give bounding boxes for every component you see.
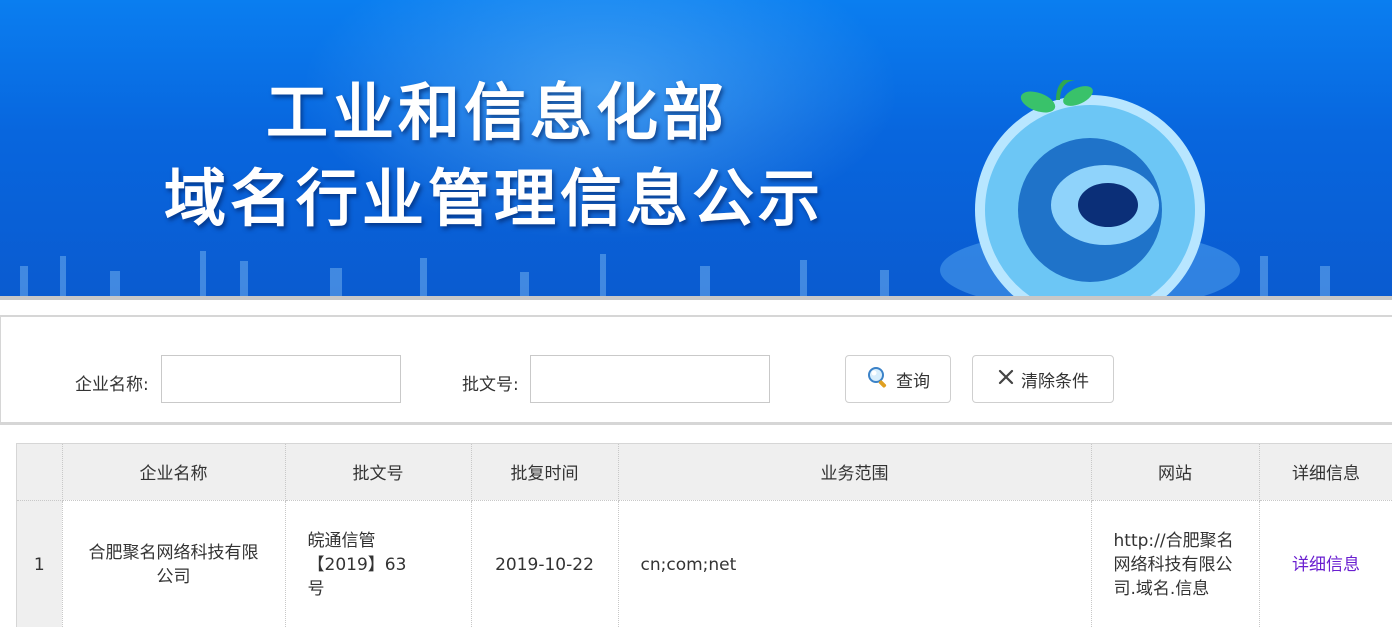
company-name-label: 企业名称: bbox=[75, 375, 149, 395]
approval-number-label: 批文号: bbox=[462, 375, 519, 395]
row-website: http://合肥聚名网络科技有限公司.域名.信息 bbox=[1091, 500, 1260, 627]
header-website: 网站 bbox=[1091, 444, 1260, 501]
row-company-name: 合肥聚名网络科技有限公司 bbox=[62, 500, 286, 627]
clear-conditions-button[interactable]: 清除条件 bbox=[972, 355, 1114, 403]
header-index bbox=[17, 444, 63, 501]
header-approval-number: 批文号 bbox=[285, 444, 472, 501]
header-details: 详细信息 bbox=[1259, 444, 1392, 501]
header-business-scope: 业务范围 bbox=[618, 444, 1092, 501]
banner-title-line1: 工业和信息化部 bbox=[266, 76, 729, 149]
approval-number-input[interactable] bbox=[530, 355, 770, 403]
search-panel: 企业名称: 批文号: 查询 清除条件 bbox=[0, 315, 1392, 425]
table-row: 1 合肥聚名网络科技有限公司 皖通信管【2019】63号 2019-10-22 … bbox=[17, 500, 1392, 627]
close-x-icon bbox=[997, 368, 1015, 391]
row-business-scope: cn;com;net bbox=[618, 500, 1092, 627]
header-company-name: 企业名称 bbox=[62, 444, 286, 501]
row-details-cell: 详细信息 bbox=[1259, 500, 1392, 627]
table-header-row: 企业名称 批文号 批复时间 业务范围 网站 详细信息 bbox=[17, 444, 1392, 501]
row-index: 1 bbox=[17, 500, 63, 627]
results-table: 企业名称 批文号 批复时间 业务范围 网站 详细信息 1 合肥聚名网络科技有限公… bbox=[16, 443, 1392, 627]
query-button-label: 查询 bbox=[896, 371, 930, 392]
banner-title-line2: 域名行业管理信息公示 bbox=[164, 162, 825, 235]
magnifier-search-icon bbox=[866, 365, 890, 394]
header-banner: 工业和信息化部 域名行业管理信息公示 bbox=[0, 0, 1392, 296]
company-name-input[interactable] bbox=[161, 355, 401, 403]
query-button[interactable]: 查询 bbox=[845, 355, 951, 403]
details-link[interactable]: 详细信息 bbox=[1292, 555, 1360, 575]
at-sign-logo-icon bbox=[940, 80, 1240, 296]
clear-conditions-button-label: 清除条件 bbox=[1021, 371, 1089, 392]
row-approval-date: 2019-10-22 bbox=[471, 500, 619, 627]
banner-divider bbox=[0, 296, 1392, 300]
header-approval-date: 批复时间 bbox=[471, 444, 619, 501]
row-approval-number: 皖通信管【2019】63号 bbox=[285, 500, 472, 627]
